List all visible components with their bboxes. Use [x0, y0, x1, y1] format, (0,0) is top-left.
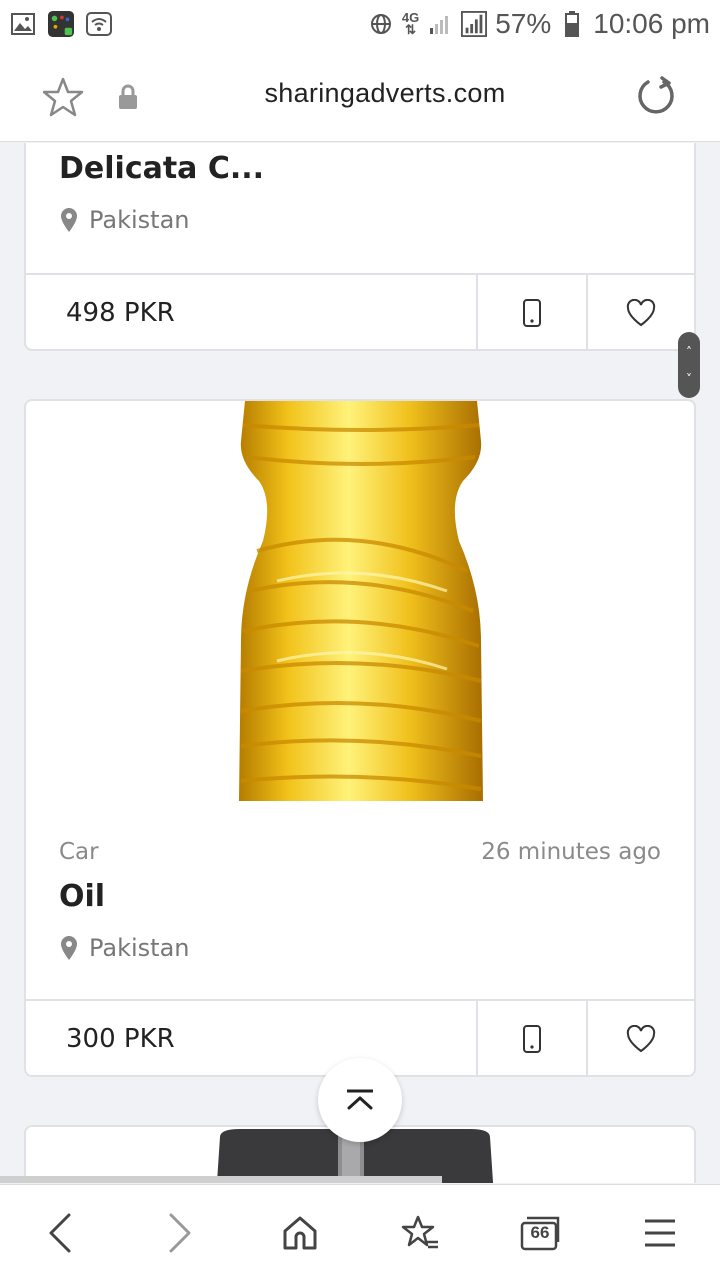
- scroll-top-icon: [347, 1089, 373, 1110]
- heart-icon: [626, 1025, 656, 1053]
- listing-title[interactable]: Oil: [59, 879, 105, 914]
- scroll-to-top-button[interactable]: [318, 1058, 402, 1142]
- listing-footer: 498 PKR: [26, 273, 694, 349]
- listings-feed: Delicata C... Pakistan 498 PKR Car 26 mi…: [0, 143, 720, 1183]
- listing-title[interactable]: Delicata C...: [59, 151, 264, 186]
- back-button[interactable]: [30, 1203, 90, 1263]
- data-saver-icon: [368, 11, 394, 37]
- location-text: Pakistan: [89, 934, 190, 962]
- listing-location: Pakistan: [59, 206, 190, 234]
- listing-category[interactable]: Car: [59, 839, 99, 865]
- listing-location: Pakistan: [59, 934, 190, 962]
- home-icon: [283, 1216, 317, 1249]
- home-button[interactable]: [270, 1203, 330, 1263]
- forward-arrow-icon: [169, 1213, 191, 1252]
- location-text: Pakistan: [89, 206, 190, 234]
- browser-toolbar: sharingadverts.com: [0, 48, 720, 142]
- battery-percent: 57%: [495, 8, 552, 39]
- gallery-icon: [10, 11, 36, 37]
- network-type: 4G ⇅: [401, 10, 420, 37]
- listing-price: 300 PKR: [66, 1024, 175, 1054]
- menu-button[interactable]: [630, 1203, 690, 1263]
- status-bar: 4G ⇅ 57% 10:06 pm: [0, 0, 720, 48]
- page-load-progress: [0, 1176, 442, 1183]
- back-arrow-icon: [49, 1213, 71, 1252]
- listing-price: 498 PKR: [66, 298, 175, 328]
- bookmark-list-icon: [401, 1215, 438, 1248]
- hamburger-menu-icon: [645, 1219, 675, 1246]
- listing-image[interactable]: [237, 401, 485, 801]
- signal-weak-icon: [427, 11, 453, 37]
- phone-icon: [523, 1025, 541, 1053]
- forward-button[interactable]: [150, 1203, 210, 1263]
- chevron-up-icon: ˄: [686, 344, 692, 359]
- listing-card[interactable]: Delicata C... Pakistan 498 PKR: [24, 143, 696, 351]
- reload-icon[interactable]: [634, 74, 678, 118]
- tabs-button[interactable]: 66: [510, 1203, 570, 1263]
- phone-icon: [523, 299, 541, 327]
- battery-icon: [559, 11, 585, 37]
- signal-icon: [461, 11, 488, 37]
- listing-time: 26 minutes ago: [481, 839, 661, 865]
- call-button[interactable]: [476, 1001, 586, 1075]
- call-button[interactable]: [476, 275, 586, 349]
- bookmarks-button[interactable]: [390, 1203, 450, 1263]
- listing-card[interactable]: Car 26 minutes ago Oil Pakistan 300 PKR: [24, 399, 696, 1077]
- tab-count: 66: [530, 1222, 550, 1242]
- fast-scroll-handle[interactable]: ˄ ˅: [678, 332, 700, 398]
- app-notification-icon: [48, 11, 74, 37]
- wifi-icon: [86, 11, 112, 37]
- browser-bottom-nav: 66: [0, 1184, 720, 1280]
- url-text[interactable]: sharingadverts.com: [0, 78, 720, 109]
- chevron-down-icon: ˅: [686, 371, 692, 386]
- heart-icon: [626, 299, 656, 327]
- location-pin-icon: [61, 936, 77, 960]
- location-pin-icon: [61, 208, 77, 232]
- favorite-button[interactable]: [586, 1001, 694, 1075]
- clock: 10:06 pm: [593, 8, 710, 39]
